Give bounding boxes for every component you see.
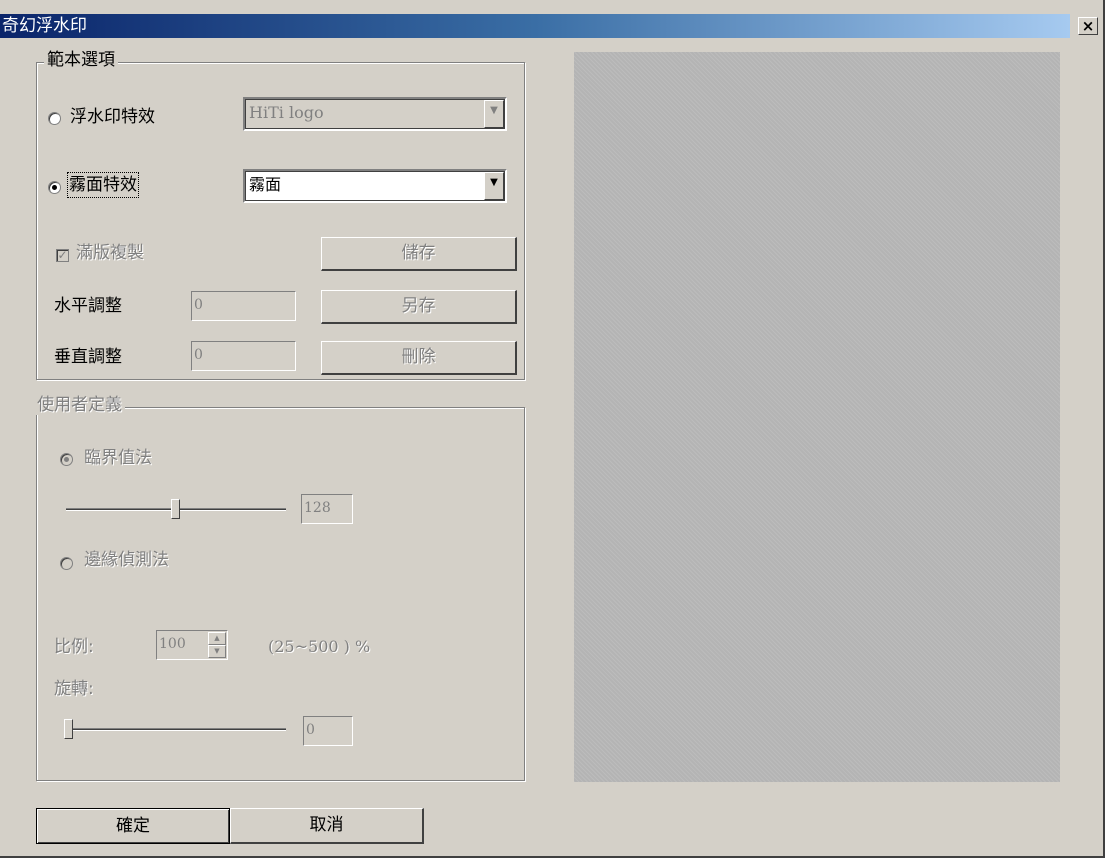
scale-label: 比例: (54, 637, 94, 657)
watermark-effect-select[interactable]: HiTi logo ▼ (243, 97, 507, 131)
rotate-slider-thumb[interactable] (64, 719, 73, 739)
tile-copy-checkbox[interactable]: ✓ (56, 249, 69, 262)
horizontal-adjust-input[interactable]: 0 (191, 291, 296, 321)
cancel-button[interactable]: 取消 (230, 808, 424, 844)
spin-down-icon[interactable]: ▼ (208, 645, 226, 658)
chevron-down-icon[interactable]: ▼ (484, 100, 504, 128)
rotate-slider-track[interactable] (66, 728, 286, 731)
threshold-method-radio[interactable] (60, 453, 73, 466)
template-options-legend: 範本選項 (44, 50, 118, 70)
window-title: 奇幻浮水印 (2, 16, 87, 36)
rotate-label: 旋轉: (54, 679, 94, 699)
threshold-value-input[interactable]: 128 (301, 494, 353, 524)
title-bar[interactable]: 奇幻浮水印 (0, 14, 1070, 38)
close-button[interactable]: × (1078, 17, 1098, 35)
threshold-slider-thumb[interactable] (171, 499, 180, 519)
frost-effect-radio[interactable] (48, 181, 61, 194)
spin-up-icon[interactable]: ▲ (208, 632, 226, 645)
save-button[interactable]: 儲存 (321, 237, 517, 271)
rotate-value-input[interactable]: 0 (303, 716, 353, 746)
frost-effect-select[interactable]: 霧面 ▼ (243, 169, 507, 203)
user-defined-legend: 使用者定義 (34, 395, 125, 415)
edge-detection-radio[interactable] (60, 557, 73, 570)
watermark-effect-radio[interactable] (48, 112, 61, 125)
scale-spinner[interactable]: ▲ ▼ (208, 632, 226, 658)
frost-effect-label[interactable]: 霧面特效 (67, 172, 139, 198)
watermark-effect-label[interactable]: 浮水印特效 (70, 105, 155, 129)
tile-copy-label[interactable]: 滿版複製 (76, 241, 144, 265)
vertical-adjust-label: 垂直調整 (54, 347, 122, 367)
threshold-method-label[interactable]: 臨界值法 (84, 446, 152, 470)
close-icon: × (1081, 17, 1095, 35)
chevron-down-icon[interactable]: ▼ (484, 172, 504, 200)
ok-button[interactable]: 確定 (36, 808, 230, 844)
edge-detection-label[interactable]: 邊緣偵測法 (84, 548, 169, 572)
horizontal-adjust-label: 水平調整 (54, 296, 122, 316)
delete-button[interactable]: 刪除 (321, 341, 517, 375)
radio-selected-dot (64, 457, 69, 462)
watermark-effect-select-value: HiTi logo (249, 103, 324, 122)
preview-area (574, 52, 1060, 782)
dialog-window: 奇幻浮水印 × 範本選項 浮水印特效 HiTi logo ▼ 霧面特效 霧面 ▼… (0, 0, 1105, 858)
vertical-adjust-input[interactable]: 0 (191, 341, 296, 371)
save-as-button[interactable]: 另存 (321, 290, 517, 324)
frost-effect-select-value: 霧面 (249, 175, 282, 194)
radio-selected-dot (52, 185, 57, 190)
scale-range-text: (25~500 ) % (268, 637, 371, 656)
